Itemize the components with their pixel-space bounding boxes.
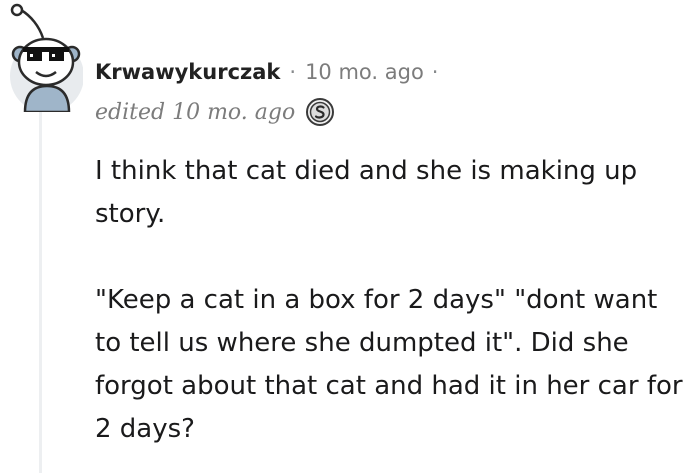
edited-label: edited 10 mo. ago — [95, 99, 296, 125]
meta-separator: · — [289, 60, 297, 84]
edited-row: edited 10 mo. ago — [95, 92, 335, 132]
username-link[interactable]: Krwawykurczak — [95, 60, 280, 84]
silver-award-icon[interactable] — [305, 97, 335, 127]
meta-separator-end: · — [431, 60, 439, 84]
comment-header: Krwawykurczak · 10 mo. ago · — [95, 52, 438, 92]
comment-paragraph: "Keep a cat in a box for 2 days" "dont w… — [95, 285, 683, 444]
comment-body: I think that cat died and she is making … — [95, 150, 690, 451]
thread-line[interactable] — [39, 112, 42, 473]
comment-paragraph: I think that cat died and she is making … — [95, 156, 638, 229]
snoo-avatar-icon — [10, 3, 84, 114]
avatar[interactable] — [3, 2, 84, 114]
comment-timestamp[interactable]: 10 mo. ago — [305, 60, 424, 84]
